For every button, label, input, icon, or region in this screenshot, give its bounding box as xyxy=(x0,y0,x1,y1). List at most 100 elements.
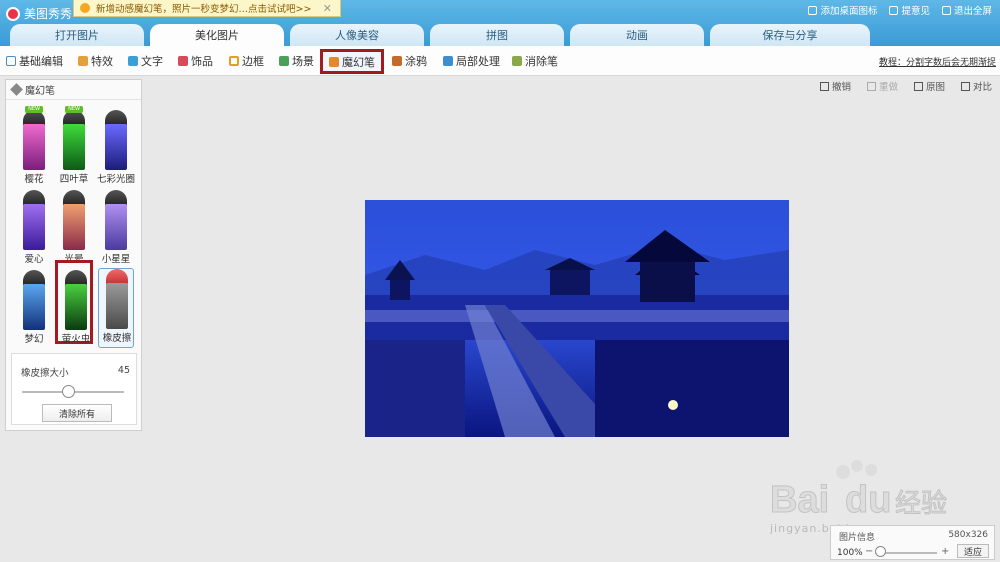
pen-little-stars[interactable]: 小星星 xyxy=(98,190,134,268)
tool-eraser-pen[interactable]: 消除笔 xyxy=(512,53,558,69)
window-icon xyxy=(941,5,951,15)
sub-toolbar: 基础编辑 特效 文字 饰品 边框 场景 魔幻笔 涂鸦 局部处理 消除笔 教程：分… xyxy=(0,46,1000,76)
panel-header: 魔幻笔 xyxy=(6,80,141,100)
tutorial-link[interactable]: 教程：分割字数后会无期渐捉 xyxy=(879,55,996,68)
eraser-size-label: 橡皮擦大小 xyxy=(21,368,69,379)
svg-text:du: du xyxy=(845,479,891,521)
pen-swatch xyxy=(23,124,45,170)
pen-swatch xyxy=(23,284,45,330)
tool-text[interactable]: 文字 xyxy=(128,53,163,69)
image-dimensions: 580x326 xyxy=(948,530,988,540)
notice-text: 新增动感魔幻笔，照片一秒变梦幻…点击试试吧>> xyxy=(96,4,312,15)
tool-frame[interactable]: 边框 xyxy=(229,53,264,69)
app-title-text: 美图秀秀 xyxy=(24,7,73,21)
pen-halo[interactable]: 光晕 xyxy=(56,190,92,268)
star-icon xyxy=(808,5,818,15)
app-logo-icon xyxy=(6,6,20,21)
pen-cherry-blossom[interactable]: NEW 樱花 xyxy=(16,106,52,188)
pencil-icon xyxy=(443,56,453,66)
tab-portrait[interactable]: 人像美容 xyxy=(290,24,424,46)
tab-save-share[interactable]: 保存与分享 xyxy=(710,24,870,46)
redo-button[interactable]: 重做 xyxy=(866,79,898,93)
bow-icon xyxy=(178,56,188,66)
pen-eraser[interactable]: 橡皮擦 xyxy=(98,268,134,348)
pen-firefly[interactable]: 萤火虫 xyxy=(55,260,93,345)
tab-animation[interactable]: 动画 xyxy=(570,24,704,46)
lightbulb-icon xyxy=(80,3,90,13)
pen-swatch xyxy=(63,124,85,170)
pen-swatch xyxy=(106,283,128,329)
zoom-slider-thumb[interactable] xyxy=(875,546,886,557)
pen-swatch xyxy=(63,204,85,250)
fit-button[interactable]: 适应 xyxy=(957,544,989,558)
pen-four-leaf-clover[interactable]: NEW 四叶草 xyxy=(56,106,92,188)
compare-button[interactable]: 对比 xyxy=(960,79,992,93)
brush-icon xyxy=(392,56,402,66)
main-tabs: 打开图片 美化图片 人像美容 拼图 动画 保存与分享 xyxy=(0,24,1000,46)
svg-text:Bai: Bai xyxy=(770,479,829,521)
tool-accessories[interactable]: 饰品 xyxy=(178,53,213,69)
notice-banner[interactable]: 新增动感魔幻笔，照片一秒变梦幻…点击试试吧>> ✕ xyxy=(73,0,341,17)
edit-icon xyxy=(6,56,16,66)
zoom-in-icon[interactable]: + xyxy=(941,546,949,557)
pen-label: 四叶草 xyxy=(59,174,89,185)
tool-scene[interactable]: 场景 xyxy=(279,53,314,69)
pen-label: 七彩光圈 xyxy=(96,174,135,185)
redo-icon xyxy=(866,81,876,91)
pen-swatch xyxy=(23,204,45,250)
clear-all-button[interactable]: 清除所有 xyxy=(42,404,112,422)
exit-fullscreen-link[interactable]: 退出全屏 xyxy=(941,3,992,17)
original-image-icon xyxy=(913,81,923,91)
eraser-size-slider-thumb[interactable] xyxy=(61,385,75,398)
history-actions: 撤销 重做 原图 对比 xyxy=(819,79,992,93)
text-icon xyxy=(128,56,138,66)
tool-doodle[interactable]: 涂鸦 xyxy=(392,53,427,69)
new-badge: NEW xyxy=(25,106,43,113)
comment-icon xyxy=(889,5,899,15)
add-desktop-icon-link[interactable]: 添加桌面图标 xyxy=(808,3,877,17)
tab-open-image[interactable]: 打开图片 xyxy=(10,24,144,46)
wand-icon xyxy=(78,56,88,66)
tool-magic-pen[interactable]: 魔幻笔 xyxy=(320,49,384,74)
original-button[interactable]: 原图 xyxy=(913,79,945,93)
eraser-size-value: 45 xyxy=(117,365,130,376)
pen-label: 萤火虫 xyxy=(61,334,91,345)
pen-label: 橡皮擦 xyxy=(102,333,132,344)
magic-pen-icon xyxy=(10,83,23,96)
magic-pen-panel: 魔幻笔 NEW 樱花 NEW 四叶草 七彩光圈 爱心 光晕 小星星 梦幻 萤火虫… xyxy=(5,79,142,431)
pen-label: 爱心 xyxy=(24,254,44,265)
pen-swatch xyxy=(105,204,127,250)
tool-local-edit[interactable]: 局部处理 xyxy=(443,53,500,69)
panel-title: 魔幻笔 xyxy=(25,86,55,97)
image-info-title: 图片信息 xyxy=(839,533,876,543)
eraser-size-box: 橡皮擦大小 45 清除所有 xyxy=(11,353,137,425)
night-palace-scene-image xyxy=(365,200,789,437)
pen-heart[interactable]: 爱心 xyxy=(16,190,52,268)
zoom-level: 100% xyxy=(837,548,863,558)
svg-text:经验: 经验 xyxy=(895,489,947,519)
close-icon[interactable]: ✕ xyxy=(323,2,332,15)
compare-icon xyxy=(960,81,970,91)
pen-dream[interactable]: 梦幻 xyxy=(16,270,52,348)
edited-photo[interactable] xyxy=(365,200,789,437)
scene-icon xyxy=(279,56,289,66)
tab-collage[interactable]: 拼图 xyxy=(430,24,564,46)
tool-basic-edit[interactable]: 基础编辑 xyxy=(6,53,63,69)
app-title: 美图秀秀 xyxy=(6,5,72,22)
pen-label: 小星星 xyxy=(101,254,131,265)
pen-swatch xyxy=(105,124,127,170)
undo-icon xyxy=(819,81,829,91)
magic-pen-icon xyxy=(329,56,339,67)
undo-button[interactable]: 撤销 xyxy=(819,79,851,93)
feedback-link[interactable]: 提意见 xyxy=(889,3,930,17)
tool-effects[interactable]: 特效 xyxy=(78,53,113,69)
tab-beautify[interactable]: 美化图片 xyxy=(150,24,284,46)
frame-icon xyxy=(229,56,239,66)
pen-rainbow-halo[interactable]: 七彩光圈 xyxy=(97,110,135,188)
new-badge: NEW xyxy=(65,106,83,113)
image-info-panel: 图片信息 580x326 100% − + 适应 xyxy=(830,525,995,560)
eraser-pen-icon xyxy=(512,56,522,66)
top-links: 添加桌面图标 提意见 退出全屏 xyxy=(808,3,992,17)
pen-swatch xyxy=(65,284,87,330)
zoom-out-icon[interactable]: − xyxy=(865,546,873,557)
